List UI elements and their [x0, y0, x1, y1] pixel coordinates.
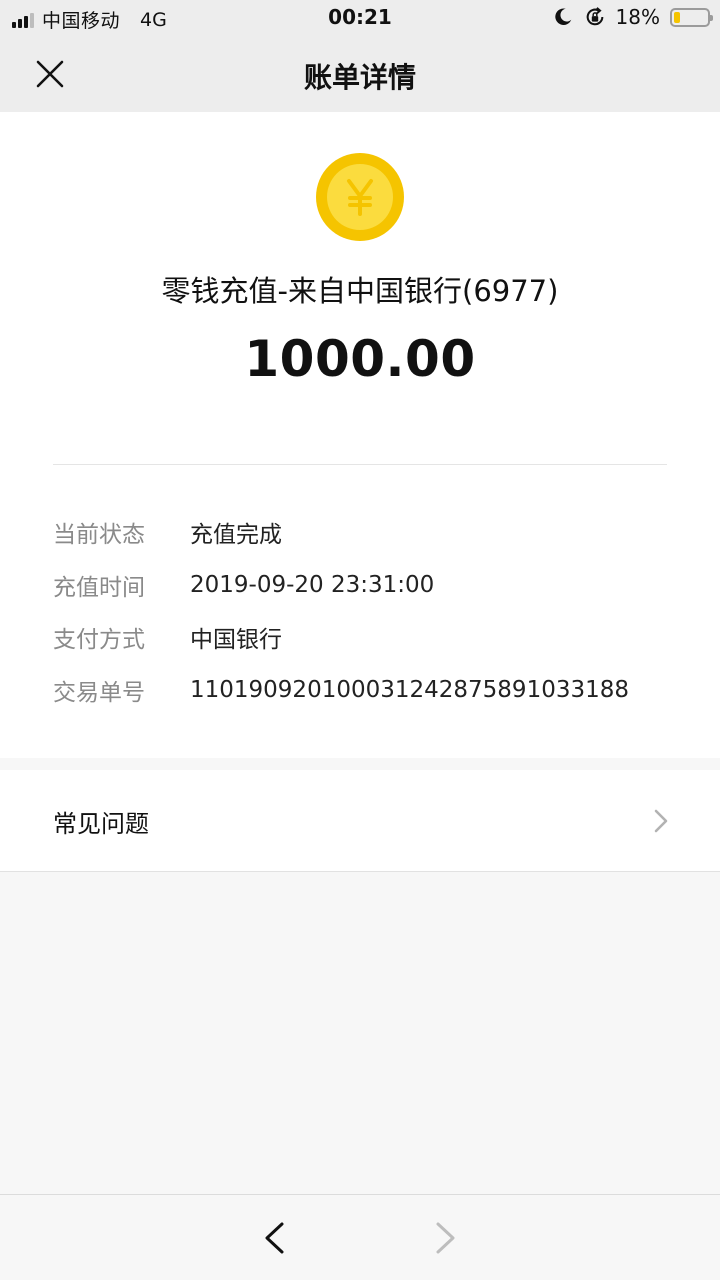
detail-row-payment-method: 支付方式 中国银行: [53, 611, 629, 664]
bottom-toolbar: [0, 1194, 720, 1280]
back-arrow-icon[interactable]: [262, 1221, 286, 1255]
detail-label: 交易单号: [53, 679, 145, 706]
bill-details: 当前状态 充值完成 充值时间 2019-09-20 23:31:00 支付方式 …: [53, 506, 629, 716]
moon-icon: [554, 8, 571, 25]
battery-icon: [670, 7, 713, 27]
detail-value[interactable]: 110190920100031242875891033188: [190, 677, 629, 703]
status-bar: 中国移动 4G 00:21 18%: [0, 0, 720, 36]
divider: [53, 464, 667, 465]
nav-bar: 账单详情: [0, 36, 720, 112]
detail-label: 支付方式: [53, 627, 145, 654]
detail-row-time: 充值时间 2019-09-20 23:31:00: [53, 559, 629, 612]
faq-label: 常见问题: [53, 810, 149, 838]
detail-row-transaction-id: 交易单号 110190920100031242875891033188: [53, 664, 629, 717]
detail-value: 中国银行: [190, 627, 282, 654]
battery-fill: [674, 11, 680, 23]
detail-label: 当前状态: [53, 522, 145, 549]
yuan-coin-icon: [316, 153, 404, 241]
detail-row-status: 当前状态 充值完成: [53, 506, 629, 559]
detail-value: 充值完成: [190, 522, 282, 549]
battery-percent: 18%: [615, 5, 660, 29]
faq-row[interactable]: 常见问题: [0, 770, 720, 872]
detail-value: 2019-09-20 23:31:00: [190, 571, 435, 598]
forward-arrow-icon: [436, 1222, 455, 1254]
bill-card: 零钱充值-来自中国银行(6977) 1000.00 当前状态 充值完成 充值时间…: [0, 112, 720, 758]
rotation-lock-icon: [586, 7, 603, 26]
bill-amount: 1000.00: [244, 330, 476, 388]
status-right: 18%: [552, 5, 713, 29]
bill-title: 零钱充值-来自中国银行(6977): [161, 274, 559, 308]
detail-label: 充值时间: [53, 574, 145, 601]
page-title: 账单详情: [303, 61, 416, 94]
chevron-right-icon: [654, 809, 668, 833]
